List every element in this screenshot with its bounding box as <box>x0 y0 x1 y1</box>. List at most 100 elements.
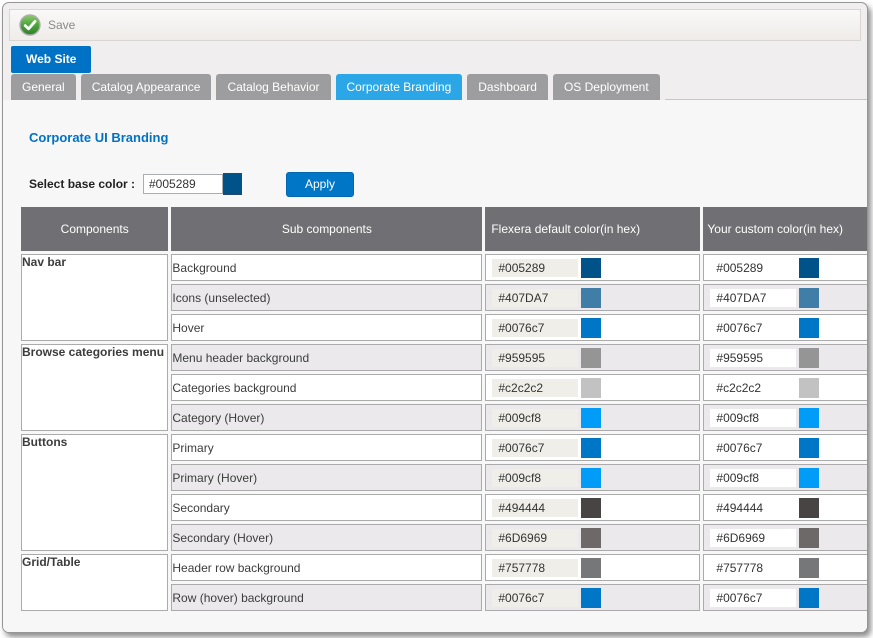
custom-color-cell <box>703 554 868 581</box>
column-header-components: Components <box>21 207 168 251</box>
custom-color-swatch <box>799 528 819 548</box>
sub-component-cell: Primary (Hover) <box>171 464 482 491</box>
apply-button[interactable]: Apply <box>286 172 354 197</box>
default-hex-input <box>492 469 578 487</box>
custom-hex-input[interactable] <box>710 289 796 307</box>
custom-color-cell <box>703 584 868 611</box>
custom-color-wrap <box>704 528 868 548</box>
branding-table-header: Components Sub components Flexera defaul… <box>21 207 868 251</box>
custom-color-wrap <box>704 258 868 278</box>
default-color-cell <box>485 434 700 461</box>
default-color-swatch <box>581 558 601 578</box>
custom-color-cell <box>703 434 868 461</box>
default-color-wrap <box>486 468 699 488</box>
custom-hex-input[interactable] <box>710 349 796 367</box>
default-color-cell <box>485 464 700 491</box>
sub-component-cell: Icons (unselected) <box>171 284 482 311</box>
default-color-cell <box>485 254 700 281</box>
content-panel: Corporate UI Branding Select base color … <box>3 100 867 632</box>
custom-color-wrap <box>704 378 868 398</box>
sub-component-cell: Background <box>171 254 482 281</box>
custom-hex-input[interactable] <box>710 499 796 517</box>
default-hex-input <box>492 379 578 397</box>
default-color-swatch <box>581 438 601 458</box>
base-color-swatch[interactable] <box>223 173 242 195</box>
tab-os-deployment[interactable]: OS Deployment <box>553 74 660 100</box>
app-window: Save Web Site General Catalog Appearance… <box>2 2 868 633</box>
default-color-cell <box>485 524 700 551</box>
sub-component-cell: Hover <box>171 314 482 341</box>
branding-table: Components Sub components Flexera defaul… <box>18 204 868 614</box>
sub-component-cell: Category (Hover) <box>171 404 482 431</box>
table-row: Grid/TableHeader row background <box>21 554 868 581</box>
tabstrip-filler <box>665 74 867 100</box>
custom-color-cell <box>703 284 868 311</box>
custom-color-wrap <box>704 288 868 308</box>
column-header-sub-components: Sub components <box>171 207 482 251</box>
custom-color-wrap <box>704 408 868 428</box>
custom-color-cell <box>703 374 868 401</box>
default-color-cell <box>485 494 700 521</box>
default-hex-input <box>492 349 578 367</box>
default-color-swatch <box>581 318 601 338</box>
table-row: ButtonsPrimary <box>21 434 868 461</box>
custom-color-swatch <box>799 468 819 488</box>
save-label: Save <box>48 18 75 32</box>
component-cell: Browse categories menu <box>21 344 168 431</box>
custom-color-swatch <box>799 288 819 308</box>
base-color-input[interactable] <box>143 174 223 194</box>
default-hex-input <box>492 289 578 307</box>
custom-color-swatch <box>799 348 819 368</box>
custom-hex-input[interactable] <box>710 589 796 607</box>
default-hex-input <box>492 499 578 517</box>
default-color-wrap <box>486 438 699 458</box>
custom-hex-input[interactable] <box>710 259 796 277</box>
custom-hex-input[interactable] <box>710 319 796 337</box>
default-color-swatch <box>581 408 601 428</box>
default-hex-input <box>492 559 578 577</box>
custom-color-wrap <box>704 318 868 338</box>
default-color-cell <box>485 584 700 611</box>
default-color-swatch <box>581 498 601 518</box>
custom-color-cell <box>703 404 868 431</box>
custom-hex-input[interactable] <box>710 379 796 397</box>
custom-hex-input[interactable] <box>710 469 796 487</box>
custom-color-swatch <box>799 408 819 428</box>
column-header-your-custom: Your custom color(in hex) <box>703 207 868 251</box>
tab-corporate-branding[interactable]: Corporate Branding <box>336 74 463 100</box>
custom-color-cell <box>703 344 868 371</box>
default-color-wrap <box>486 408 699 428</box>
default-color-cell <box>485 284 700 311</box>
custom-color-cell <box>703 524 868 551</box>
default-color-wrap <box>486 288 699 308</box>
default-color-wrap <box>486 258 699 278</box>
custom-hex-input[interactable] <box>710 529 796 547</box>
component-cell: Grid/Table <box>21 554 168 611</box>
tab-catalog-behavior[interactable]: Catalog Behavior <box>216 74 330 100</box>
toolbar: Save <box>9 9 861 41</box>
default-color-cell <box>485 554 700 581</box>
custom-color-swatch <box>799 378 819 398</box>
default-color-cell <box>485 374 700 401</box>
default-color-swatch <box>581 588 601 608</box>
base-color-row: Select base color : Apply <box>29 172 867 196</box>
default-color-swatch <box>581 528 601 548</box>
sub-component-cell: Row (hover) background <box>171 584 482 611</box>
default-hex-input <box>492 589 578 607</box>
custom-hex-input[interactable] <box>710 409 796 427</box>
default-color-wrap <box>486 318 699 338</box>
custom-color-cell <box>703 494 868 521</box>
custom-color-swatch <box>799 558 819 578</box>
custom-color-cell <box>703 314 868 341</box>
tab-web-site[interactable]: Web Site <box>11 46 91 73</box>
custom-color-wrap <box>704 558 868 578</box>
tab-catalog-appearance[interactable]: Catalog Appearance <box>81 74 212 100</box>
save-button[interactable]: Save <box>19 14 75 36</box>
default-color-cell <box>485 404 700 431</box>
branding-table-body: Nav barBackgroundIcons (unselected)Hover… <box>21 254 868 611</box>
custom-color-wrap <box>704 498 868 518</box>
custom-hex-input[interactable] <box>710 439 796 457</box>
custom-hex-input[interactable] <box>710 559 796 577</box>
tab-general[interactable]: General <box>11 74 76 100</box>
tab-dashboard[interactable]: Dashboard <box>467 74 548 100</box>
